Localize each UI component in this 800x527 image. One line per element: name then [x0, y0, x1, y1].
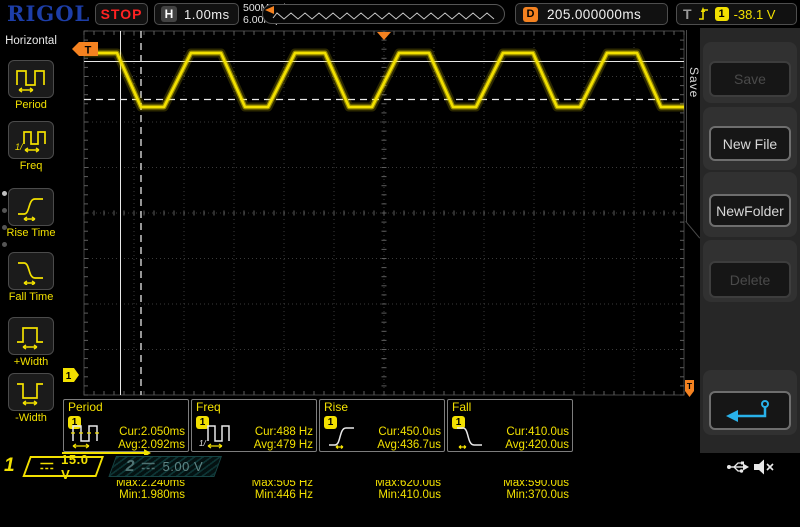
- top-bar: RIGOL STOP H 1.00ms 500MSa/s 6.00M pts D…: [0, 0, 800, 28]
- speaker-muted-icon: [753, 458, 774, 476]
- measure-category-title: Horizontal: [0, 35, 62, 47]
- trigger-level-value: -38.1 V: [734, 7, 776, 22]
- period-icon: [15, 66, 47, 93]
- trigger-box[interactable]: T 1 -38.1 V: [676, 3, 797, 25]
- svg-text:T: T: [687, 381, 693, 391]
- freq-measure-icon: 1/: [199, 422, 241, 450]
- trigger-edge-icon: [697, 6, 710, 22]
- sidebar-item-freq[interactable]: 1/ Freq: [0, 121, 62, 172]
- delay-box[interactable]: D 205.000000ms: [515, 3, 668, 25]
- page-dot: [2, 242, 7, 247]
- rise-measure-icon: [327, 422, 369, 450]
- fall-measure-icon: [455, 422, 497, 450]
- sidebar-item-pwidth[interactable]: +Width: [0, 317, 62, 368]
- softkey-save[interactable]: Save: [709, 61, 791, 97]
- channel-2-status[interactable]: 2 5.00 V: [108, 456, 222, 477]
- softkey-well: New File: [703, 107, 797, 170]
- waveform-preview-bar[interactable]: [262, 4, 505, 24]
- channel-2-number: 2: [126, 458, 135, 476]
- softkey-well: NewFolder: [703, 172, 797, 237]
- usb-icon: [726, 459, 750, 475]
- channel-status-bar: 1 15.0 V 2 5.00 V: [0, 455, 800, 480]
- svg-text:1/: 1/: [199, 439, 206, 448]
- minus-width-icon: [15, 379, 47, 406]
- run-state-button[interactable]: STOP: [95, 3, 148, 25]
- preview-waveform-icon: [263, 5, 504, 23]
- brand-logo: RIGOL: [7, 1, 90, 26]
- softkey-return[interactable]: [709, 391, 791, 430]
- waveform-plot: T 1 T: [62, 28, 700, 397]
- measurement-panel-fall[interactable]: Fall 1 Cur:410.0usAvg:420.0us Max:590.0u…: [447, 399, 573, 452]
- return-arrow-icon: [722, 397, 778, 425]
- sidebar-item-rise-time[interactable]: Rise Time: [0, 188, 62, 239]
- softkey-well: Save: [703, 42, 797, 103]
- plus-width-icon: [15, 323, 47, 350]
- dc-coupling-icon: [142, 462, 156, 471]
- tab-save: Save: [684, 58, 701, 108]
- measurement-panel-freq[interactable]: Freq 1 1/ Cur:488 HzAvg:479 Hz Max:505 H…: [191, 399, 317, 452]
- delay-value: 205.000000ms: [547, 7, 641, 22]
- fall-time-icon: [15, 258, 47, 285]
- horizontal-badge: H: [161, 6, 177, 22]
- horizontal-scale-value: 1.00ms: [184, 7, 230, 22]
- delay-badge: D: [523, 7, 538, 22]
- page-dot-active: [2, 191, 7, 196]
- softkey-new-file[interactable]: New File: [709, 126, 791, 161]
- softkey-menu: Save New File NewFolder Delete: [700, 28, 800, 453]
- channel-1-scale: 15.0 V: [61, 452, 101, 482]
- trigger-badge: T: [683, 6, 692, 22]
- measurement-panel-period[interactable]: Period 1 Cur:2.050msAvg:2.092ms Max:2.24…: [63, 399, 189, 452]
- softkey-delete[interactable]: Delete: [709, 261, 791, 298]
- rise-time-icon: [15, 194, 47, 221]
- period-measure-icon: [71, 422, 113, 450]
- svg-text:1/: 1/: [15, 142, 24, 152]
- trigger-source-badge: 1: [715, 7, 729, 21]
- svg-text:T: T: [85, 45, 92, 57]
- softkey-well: Delete: [703, 240, 797, 302]
- channel-1-number[interactable]: 1: [4, 455, 15, 477]
- sidebar-item-period[interactable]: Period: [0, 60, 62, 111]
- freq-icon: 1/: [15, 127, 47, 154]
- sidebar-item-fall-time[interactable]: Fall Time: [0, 252, 62, 303]
- sidebar-item-nwidth[interactable]: -Width: [0, 373, 62, 424]
- softkey-new-folder[interactable]: NewFolder: [709, 194, 791, 227]
- measure-sidebar: Horizontal Period 1/ Freq Rise Time Fall…: [0, 28, 62, 455]
- page-dot: [2, 208, 7, 213]
- horizontal-scale-box[interactable]: H 1.00ms: [154, 3, 239, 25]
- page-dot: [2, 225, 7, 230]
- svg-text:1: 1: [66, 371, 72, 382]
- measurement-strip: Period 1 Cur:2.050msAvg:2.092ms Max:2.24…: [62, 397, 700, 455]
- channel-2-scale: 5.00 V: [163, 459, 204, 474]
- waveform-display[interactable]: T 1 T: [62, 28, 700, 397]
- measurement-panel-rise[interactable]: Rise 1 Cur:450.0usAvg:436.7us Max:620.0u…: [319, 399, 445, 452]
- softkey-well: [703, 370, 797, 435]
- channel-1-status[interactable]: 15.0 V: [22, 456, 104, 477]
- dc-coupling-icon: [40, 462, 54, 471]
